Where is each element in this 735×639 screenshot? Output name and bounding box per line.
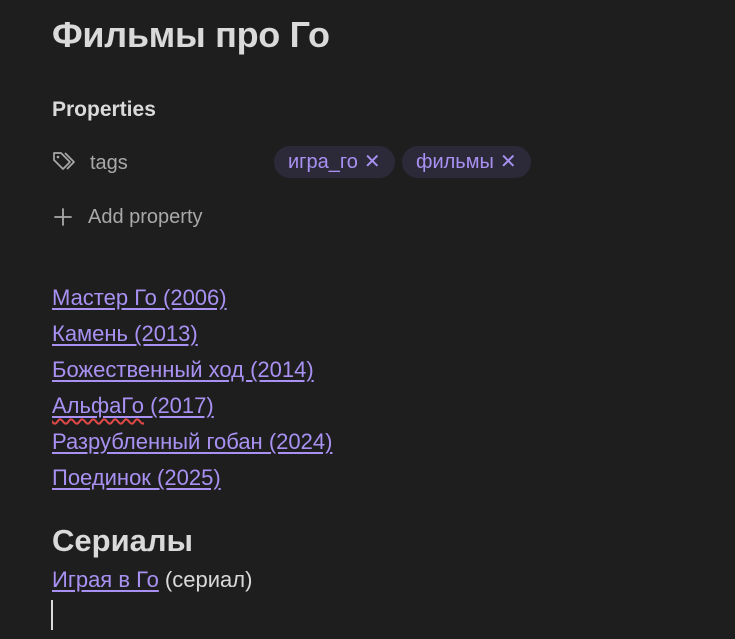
- tag-pill[interactable]: игра_го ✕: [274, 146, 395, 178]
- film-link-list: Мастер Го (2006) Камень (2013) Божествен…: [52, 280, 332, 496]
- series-link[interactable]: Играя в Го: [52, 567, 159, 592]
- film-link[interactable]: Поединок (2025): [52, 460, 332, 496]
- series-line[interactable]: Играя в Го (сериал): [52, 565, 252, 595]
- close-icon[interactable]: ✕: [500, 146, 517, 178]
- property-key-tags[interactable]: tags: [90, 150, 128, 176]
- series-heading[interactable]: Сериалы: [52, 520, 193, 562]
- film-link[interactable]: Камень (2013): [52, 316, 332, 352]
- tag-label[interactable]: фильмы: [416, 146, 494, 178]
- text-cursor: [51, 600, 53, 630]
- film-link[interactable]: Мастер Го (2006): [52, 280, 332, 316]
- add-property-button[interactable]: Add property: [52, 202, 203, 232]
- series-note[interactable]: (сериал): [159, 567, 253, 592]
- misspelled-word[interactable]: АльфаГо: [52, 393, 144, 418]
- note-editor: Фильмы про Го Properties tags игра_го ✕ …: [0, 0, 735, 639]
- plus-icon: [52, 206, 74, 228]
- film-link[interactable]: АльфаГо (2017): [52, 388, 332, 424]
- film-link-year[interactable]: (2017): [144, 393, 214, 418]
- properties-heading[interactable]: Properties: [52, 96, 156, 124]
- tag-label[interactable]: игра_го: [288, 146, 358, 178]
- add-property-label: Add property: [88, 205, 203, 228]
- tag-icon[interactable]: [52, 150, 78, 172]
- note-title[interactable]: Фильмы про Го: [52, 12, 330, 58]
- tag-pill[interactable]: фильмы ✕: [402, 146, 531, 178]
- film-link[interactable]: Разрубленный гобан (2024): [52, 424, 332, 460]
- close-icon[interactable]: ✕: [364, 146, 381, 178]
- film-link[interactable]: Божественный ход (2014): [52, 352, 332, 388]
- property-row-tags: tags игра_го ✕ фильмы ✕: [52, 146, 672, 180]
